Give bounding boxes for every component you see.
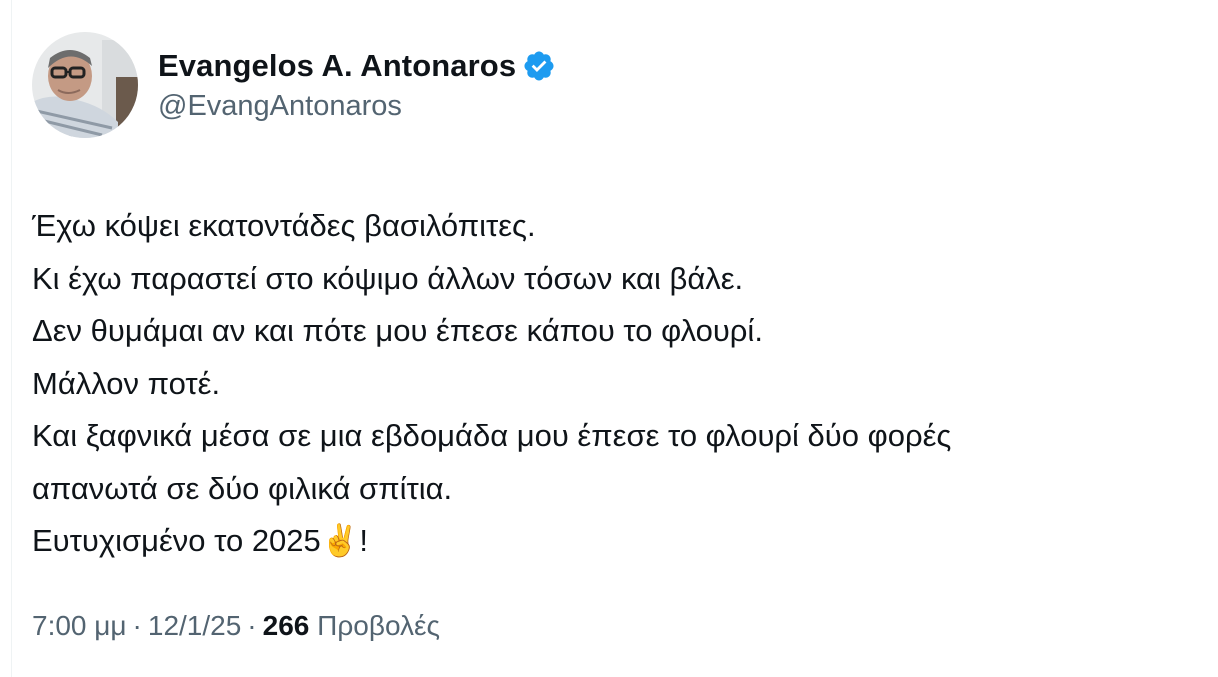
user-handle[interactable]: @EvangAntonaros (158, 90, 556, 123)
user-avatar-photo-icon (32, 32, 138, 138)
views-label[interactable]: Προβολές (317, 610, 440, 641)
tweet-line: Μάλλον ποτέ. (32, 365, 221, 401)
tweet-line: Έχω κόψει εκατοντάδες βασιλόπιτες. (32, 208, 536, 243)
display-name[interactable]: Evangelos A. Antonaros (158, 48, 516, 84)
tweet-time[interactable]: 7:00 μμ (32, 610, 127, 641)
meta-separator: · (132, 610, 142, 641)
tweet-line: Και ξαφνικά μέσα σε μια εβδομάδα μου έπε… (32, 418, 952, 453)
tweet-line: Δεν θυμάμαι αν και πότε μου έπεσε κάπου … (32, 313, 763, 348)
tweet-line-text: Ευτυχισμένο το 2025 (32, 523, 321, 558)
tweet-date[interactable]: 12/1/25 (148, 610, 241, 641)
tweet-header: Evangelos A. Antonaros @EvangAntonaros (32, 32, 556, 138)
tweet-line-suffix: ! (359, 523, 369, 558)
tweet-line-last: Ευτυχισμένο το 2025✌️! (32, 515, 1202, 568)
tweet-line: Κι έχω παραστεί στο κόψιμο άλλων τόσων κ… (32, 260, 744, 296)
tweet-meta: 7:00 μμ · 12/1/25 · 266 Προβολές (32, 610, 440, 642)
user-avatar[interactable] (32, 32, 138, 138)
tweet-text: Έχω κόψει εκατοντάδες βασιλόπιτες. Κι έχ… (32, 200, 1202, 568)
views-count[interactable]: 266 (263, 610, 310, 641)
meta-separator: · (247, 610, 257, 641)
tweet-line: απανωτά σε δύο φιλικά σπίτια. (32, 470, 453, 506)
column-border (11, 0, 12, 677)
verified-badge-icon[interactable] (522, 49, 556, 83)
display-name-row: Evangelos A. Antonaros (158, 44, 556, 88)
victory-hand-emoji-icon: ✌️ (320, 523, 360, 558)
author-names: Evangelos A. Antonaros @EvangAntonaros (158, 44, 556, 123)
